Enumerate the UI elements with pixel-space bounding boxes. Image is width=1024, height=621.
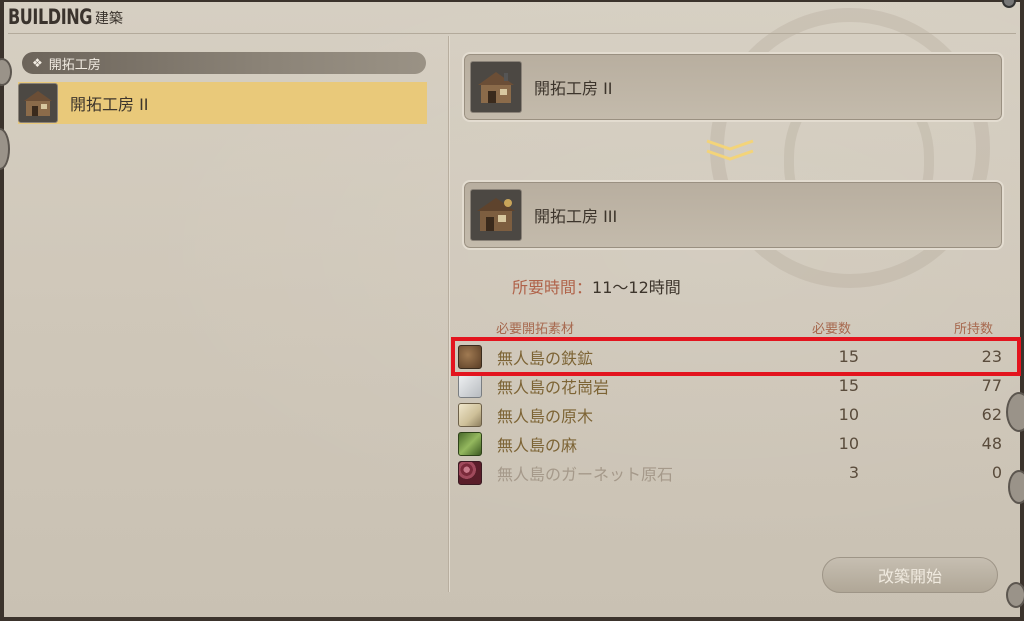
window-subtitle: 建築 — [94, 11, 123, 27]
start-renovation-button[interactable]: 改築開始 — [822, 557, 998, 593]
building-window: BUILDING 建築 ❖ 開拓工房 開拓工房 II 開拓工房 II 開拓工房 … — [0, 0, 1024, 621]
required-time-label: 所要時間 — [512, 278, 577, 297]
log-icon — [458, 402, 482, 427]
current-building-label: 開拓工房 II — [534, 79, 613, 98]
building-list-item-label: 開拓工房 II — [70, 95, 149, 114]
upgraded-building-label: 開拓工房 III — [534, 207, 618, 226]
material-row[interactable]: 無人島の原木 10 62 — [454, 400, 1004, 429]
title-bar: BUILDING 建築 — [8, 2, 1016, 34]
current-building-card: 開拓工房 II — [462, 52, 1004, 122]
workshop-icon — [18, 83, 58, 123]
right-edge-ornament — [1008, 470, 1024, 504]
required-time-value: 11～12時間 — [592, 278, 681, 297]
granite-icon — [458, 373, 482, 398]
material-owned: 77 — [981, 376, 1002, 395]
materials-header-owned: 所持数 — [954, 322, 994, 337]
material-name: 無人島の麻 — [497, 435, 578, 455]
workshop-icon — [470, 61, 522, 113]
hemp-icon — [458, 431, 482, 456]
highlight-box — [451, 337, 1021, 376]
category-label: 開拓工房 — [48, 57, 101, 73]
window-title: BUILDING — [8, 5, 93, 29]
material-owned: 48 — [981, 434, 1002, 453]
material-owned: 0 — [991, 463, 1002, 482]
required-time: 所要時間：11～12時間 — [512, 274, 681, 298]
category-header[interactable]: ❖ 開拓工房 — [22, 52, 426, 74]
required-time-separator: ： — [576, 278, 593, 297]
material-row[interactable]: 無人島の麻 10 48 — [454, 429, 1004, 458]
material-name: 無人島の花崗岩 — [497, 377, 610, 397]
panel-divider — [448, 36, 450, 592]
upgrade-arrow-icon — [706, 139, 754, 161]
building-list-item[interactable]: 開拓工房 II — [18, 82, 427, 124]
material-owned: 62 — [981, 405, 1002, 424]
material-required: 10 — [838, 434, 859, 453]
workshop-upgraded-icon — [470, 189, 522, 241]
material-row[interactable]: 無人島のガーネット原石 3 0 — [454, 458, 1004, 487]
material-required: 10 — [838, 405, 859, 424]
right-edge-ornament — [1006, 582, 1024, 608]
garnet-icon — [458, 460, 482, 485]
materials-header-name: 必要開拓素材 — [496, 322, 575, 337]
material-name: 無人島のガーネット原石 — [497, 464, 674, 484]
material-name: 無人島の原木 — [497, 406, 594, 426]
upgraded-building-card: 開拓工房 III — [462, 180, 1004, 250]
materials-header-required: 必要数 — [812, 322, 852, 337]
diamond-icon: ❖ — [32, 56, 43, 70]
material-required: 3 — [848, 463, 859, 482]
material-required: 15 — [838, 376, 859, 395]
